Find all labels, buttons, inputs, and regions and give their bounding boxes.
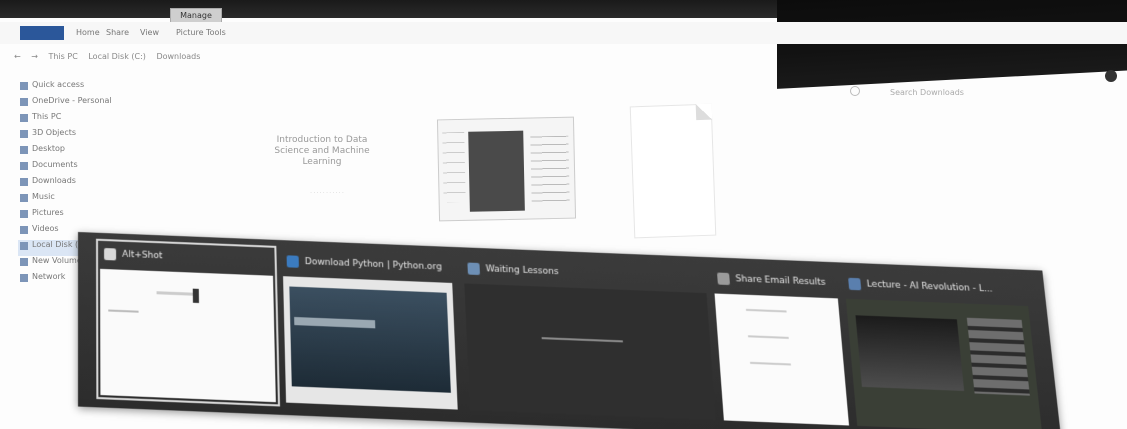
app-icon: [104, 247, 117, 261]
app-icon: [848, 277, 862, 291]
desktop-icon: [20, 146, 28, 154]
sidebar-item-quick-access[interactable]: Quick access: [18, 80, 118, 96]
window-title: Lecture - AI Revolution - L...: [844, 273, 1028, 302]
background-dark-area: [777, 0, 1127, 89]
sidebar-item-music[interactable]: Music: [18, 192, 118, 208]
sidebar-item-onedrive[interactable]: OneDrive - Personal: [18, 96, 118, 112]
back-icon[interactable]: ←: [14, 52, 21, 61]
window-preview: [464, 283, 716, 421]
breadcrumb-local-disk[interactable]: Local Disk (C:): [88, 52, 146, 61]
thumbnail-dark-panel: [468, 130, 525, 212]
window-title: Download Python | Python.org: [282, 250, 452, 279]
tab-view[interactable]: View: [140, 28, 159, 37]
breadcrumb-downloads[interactable]: Downloads: [156, 52, 200, 61]
forward-icon[interactable]: →: [31, 52, 38, 61]
switcher-window-5[interactable]: Lecture - AI Revolution - L...: [844, 273, 1043, 429]
sidebar-item-pictures[interactable]: Pictures: [18, 208, 118, 224]
file-thumbnail-meta: · · · · · · · · · · ·: [310, 190, 344, 196]
download-icon: [20, 178, 28, 186]
document-icon: [20, 162, 28, 170]
window-preview: [714, 293, 850, 426]
window-preview: [100, 268, 276, 403]
refresh-icon[interactable]: [850, 86, 860, 96]
window-preview: [283, 276, 458, 410]
picture-icon: [20, 210, 28, 218]
tab-share[interactable]: Share: [106, 28, 129, 37]
switcher-window-3[interactable]: Waiting Lessons: [463, 257, 716, 421]
app-icon: [717, 272, 731, 286]
file-thumbnail-screenshot[interactable]: [436, 116, 577, 222]
sidebar-item-downloads[interactable]: Downloads: [18, 176, 118, 192]
app-icon: [467, 262, 481, 276]
network-icon: [20, 274, 28, 282]
window-title: Alt+Shot: [100, 243, 273, 272]
file-thumbnail-blank[interactable]: [629, 103, 717, 239]
video-icon: [20, 226, 28, 234]
address-bar[interactable]: ← → This PC Local Disk (C:) Downloads: [14, 52, 208, 61]
camera-dot: [1105, 70, 1117, 82]
computer-icon: [20, 114, 28, 122]
sidebar-item-documents[interactable]: Documents: [18, 160, 118, 176]
file-tab[interactable]: [20, 26, 64, 40]
search-input[interactable]: Search Downloads: [890, 88, 964, 97]
browser-icon: [286, 255, 299, 268]
screen: Manage Home Share View Picture Tools ← →…: [0, 0, 1127, 429]
cube-icon: [20, 130, 28, 138]
tab-picture-tools[interactable]: Picture Tools: [176, 28, 226, 37]
music-icon: [20, 194, 28, 202]
thumbnail-sidebar: [442, 131, 466, 203]
window-title: Share Email Results: [713, 267, 838, 294]
window-preview: [845, 298, 1043, 429]
sidebar-item-desktop[interactable]: Desktop: [18, 144, 118, 160]
drive-icon: [20, 242, 28, 250]
sidebar-item-this-pc[interactable]: This PC: [18, 112, 118, 128]
ribbon: Home Share View Picture Tools: [0, 22, 1127, 44]
switcher-window-4[interactable]: Share Email Results: [713, 267, 850, 426]
cloud-icon: [20, 98, 28, 106]
sidebar-item-3d-objects[interactable]: 3D Objects: [18, 128, 118, 144]
switcher-window-1[interactable]: Alt+Shot: [95, 238, 280, 407]
switcher-window-2[interactable]: Download Python | Python.org: [282, 250, 458, 410]
thumbnail-lines: [530, 135, 570, 207]
drive-icon: [20, 258, 28, 266]
breadcrumb-this-pc[interactable]: This PC: [49, 52, 78, 61]
tab-home[interactable]: Home: [76, 28, 100, 37]
star-icon: [20, 82, 28, 90]
alt-tab-switcher: Alt+Shot Download Python | Python.org Wa…: [78, 232, 1063, 429]
file-thumbnail-document[interactable]: Introduction to Data Science and Machine…: [262, 135, 382, 168]
